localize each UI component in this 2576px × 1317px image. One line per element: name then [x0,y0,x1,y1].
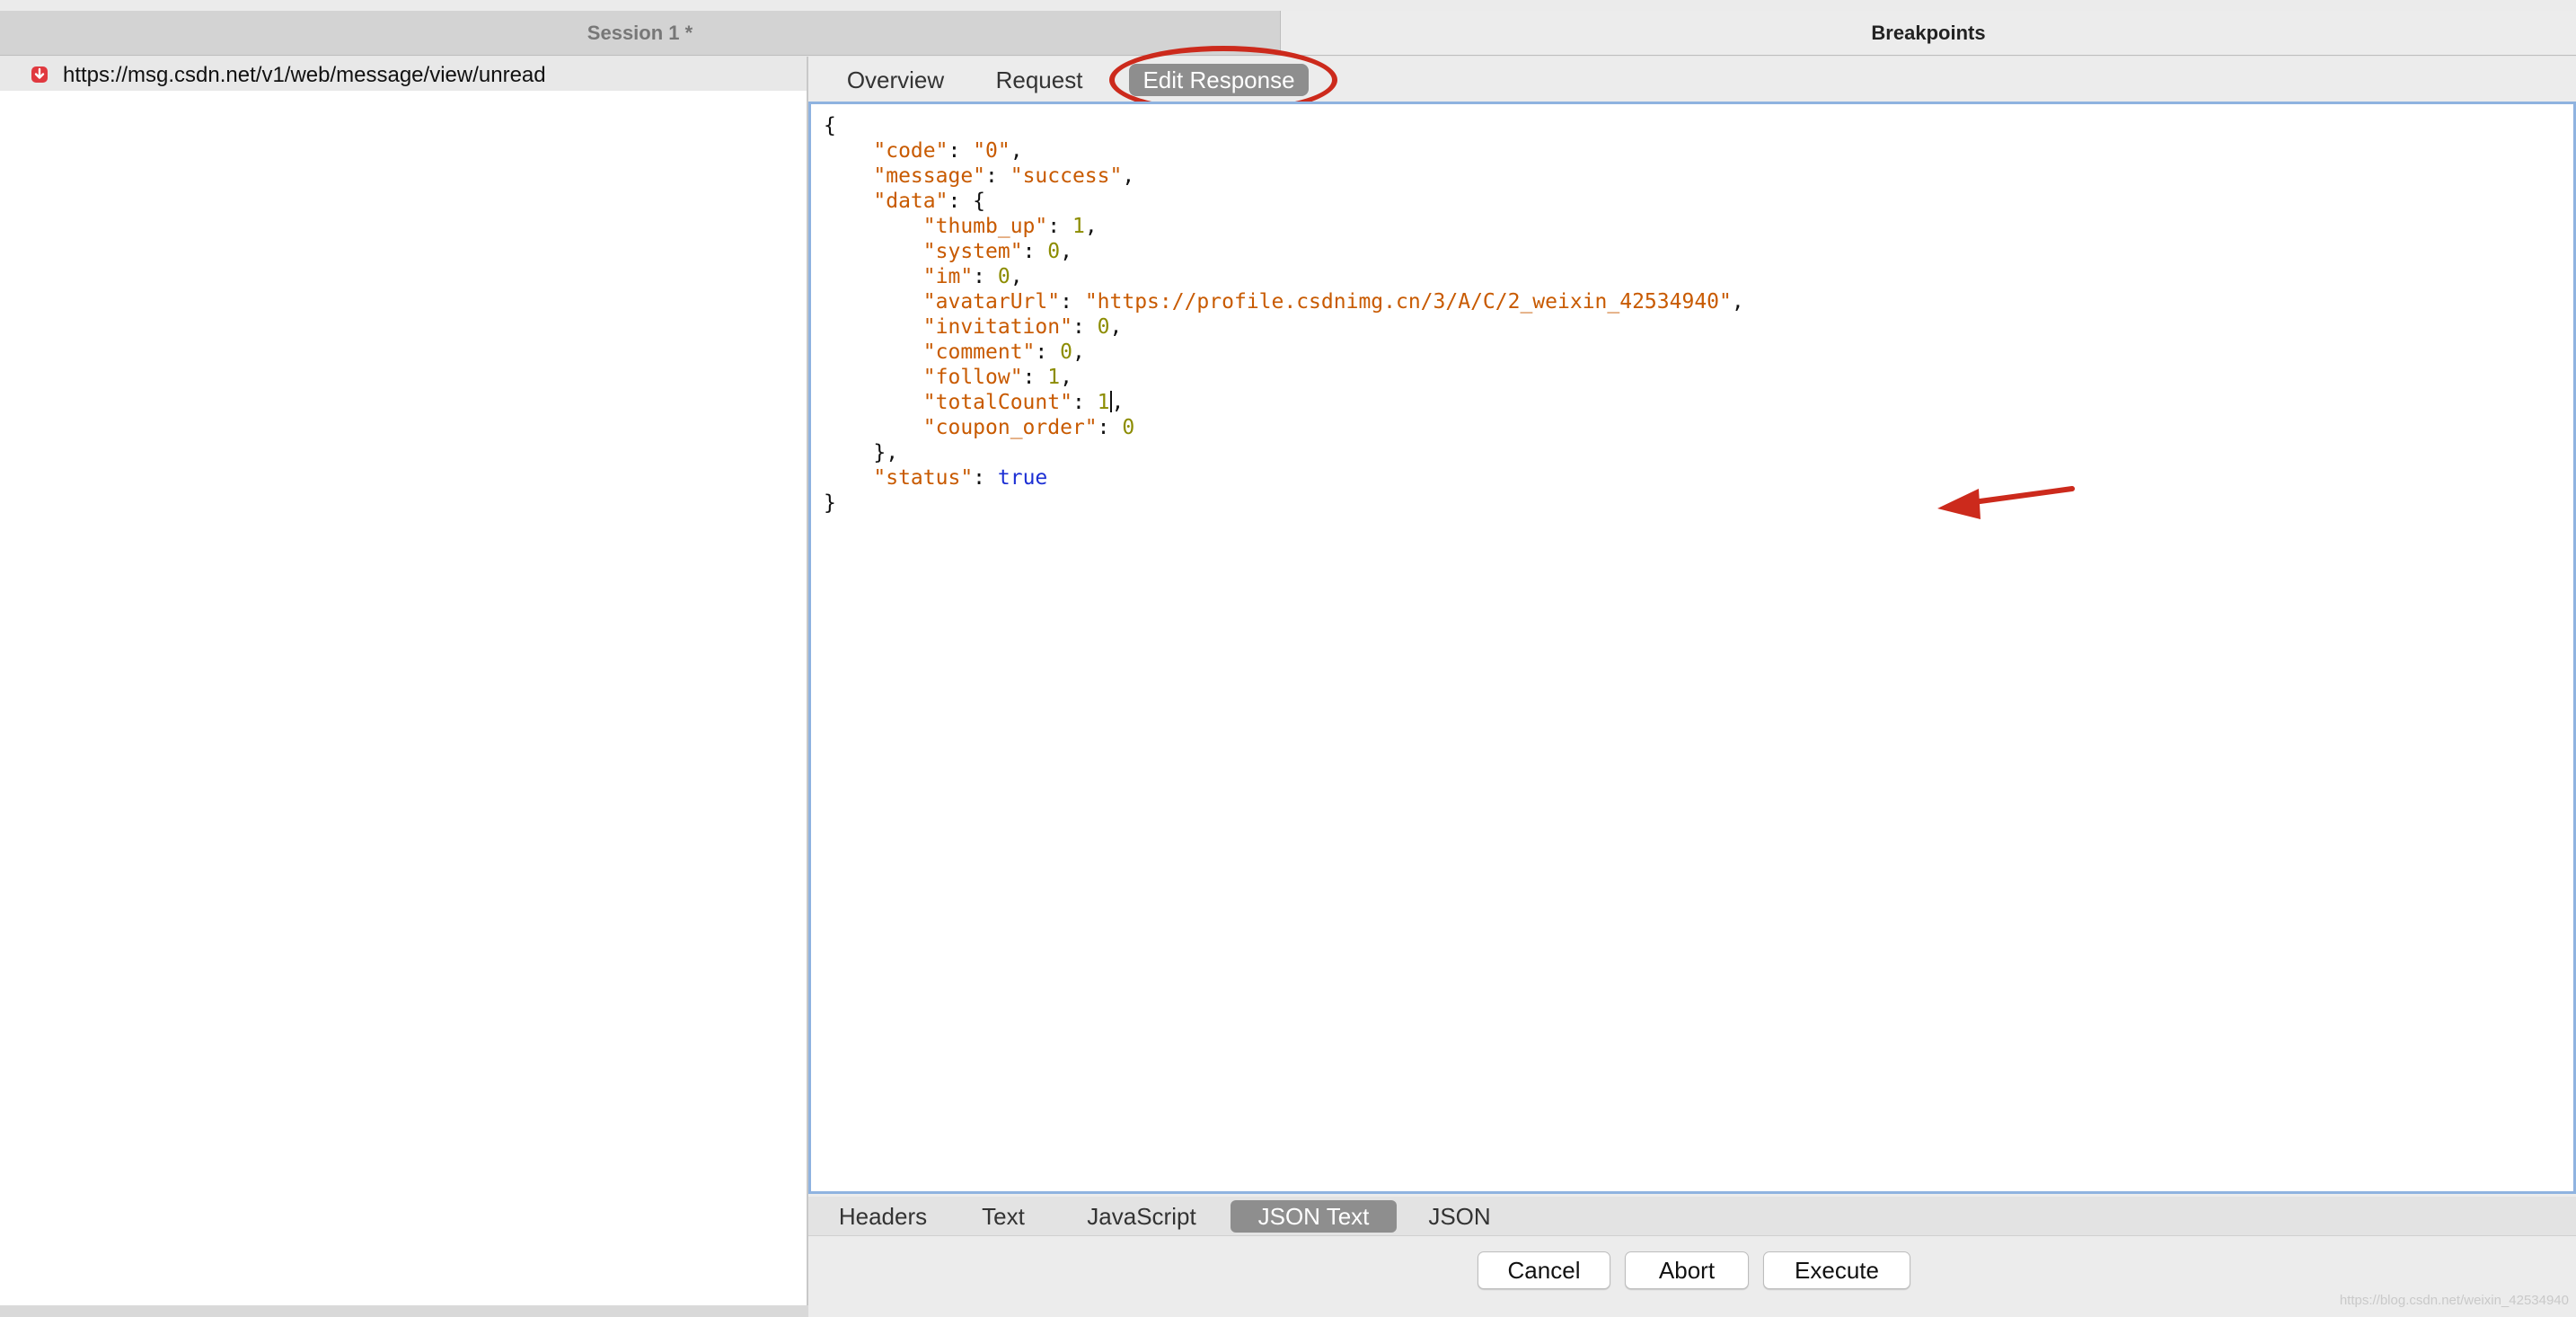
json-punctuation: { [824,114,836,137]
json-punctuation: , [1010,265,1023,288]
json-key: "message" [873,164,986,188]
json-punctuation: , [1010,139,1023,163]
tab-request[interactable]: Request [985,64,1093,96]
json-punctuation: , [1731,290,1744,314]
tab-overview[interactable]: Overview [837,64,954,96]
breakpoint-icon [31,66,48,83]
json-string: "success" [1010,164,1123,188]
request-row[interactable]: https://msg.csdn.net/v1/web/message/view… [0,57,807,91]
request-list-panel: https://msg.csdn.net/v1/web/message/view… [0,57,808,1305]
json-number: 0 [1047,240,1061,263]
response-tabs: Overview Request Edit Response [808,57,2576,102]
json-key: "comment" [922,340,1036,364]
json-punctuation: : [1072,315,1098,339]
json-punctuation: , [1122,164,1135,188]
json-number: 0 [1122,416,1135,439]
watermark-text: https://blog.csdn.net/weixin_42534940 [2339,1293,2569,1308]
json-key: "data" [873,190,948,213]
json-key: "invitation" [922,315,1072,339]
json-key: "coupon_order" [922,416,1098,439]
json-key: "avatarUrl" [922,290,1061,314]
code-line[interactable]: "im": 0, [824,264,1744,289]
json-punctuation: : [985,164,1010,188]
left-bottom-strip [0,1305,808,1317]
json-punctuation: , [1072,340,1085,364]
tab-json[interactable]: JSON [1419,1200,1500,1233]
json-punctuation: , [1060,240,1072,263]
json-number: 1 [1097,391,1110,414]
code-line[interactable]: "status": true [824,465,1744,491]
cancel-button[interactable]: Cancel [1478,1251,1610,1289]
json-punctuation: , [1111,391,1125,414]
action-bar: Cancel Abort Execute https://blog.csdn.n… [808,1236,2576,1317]
json-number: 0 [997,265,1010,288]
tab-json-text[interactable]: JSON Text [1231,1200,1397,1233]
json-editor[interactable]: { "code": "0", "message": "success", "da… [808,102,2576,1194]
json-punctuation: : [1047,215,1072,238]
code-line[interactable]: "invitation": 0, [824,314,1744,340]
json-code[interactable]: { "code": "0", "message": "success", "da… [824,113,1744,516]
tab-text[interactable]: Text [972,1200,1035,1233]
json-punctuation: , [1084,215,1098,238]
tab-headers[interactable]: Headers [834,1200,932,1233]
json-string: "0" [973,139,1010,163]
abort-button[interactable]: Abort [1625,1251,1749,1289]
code-line[interactable]: "avatarUrl": "https://profile.csdnimg.cn… [824,289,1744,314]
json-key: "im" [922,265,974,288]
json-string: "https://profile.csdnimg.cn/3/A/C/2_weix… [1084,290,1732,314]
annotation-arrow [1937,486,2075,519]
code-line[interactable]: }, [824,440,1744,465]
code-line[interactable]: } [824,491,1744,516]
code-line[interactable]: "follow": 1, [824,365,1744,390]
code-line[interactable]: "coupon_order": 0 [824,415,1744,440]
view-tabs: Headers Text JavaScript JSON Text JSON [808,1197,2576,1236]
code-line[interactable]: { [824,113,1744,138]
json-key: "status" [873,466,974,490]
json-punctuation: : [1022,240,1048,263]
json-punctuation: : [1060,290,1085,314]
code-line[interactable]: "code": "0", [824,138,1744,164]
json-key: "system" [922,240,1023,263]
json-key: "follow" [922,366,1023,389]
json-number: 0 [1060,340,1072,364]
json-punctuation: : [973,466,998,490]
json-key: "code" [873,139,948,163]
json-key: "thumb_up" [922,215,1048,238]
code-line[interactable]: "message": "success", [824,164,1744,189]
execute-button[interactable]: Execute [1763,1251,1910,1289]
json-punctuation: : { [948,190,986,213]
json-punctuation: : [1097,416,1123,439]
code-line[interactable]: "thumb_up": 1, [824,214,1744,239]
json-punctuation: : [1035,340,1061,364]
json-punctuation: : [973,265,998,288]
tab-javascript[interactable]: JavaScript [1074,1200,1209,1233]
tab-breakpoints[interactable]: Breakpoints [1281,11,2576,56]
json-punctuation: , [1109,315,1123,339]
json-punctuation: , [1060,366,1072,389]
json-boolean: true [997,466,1048,490]
request-url: https://msg.csdn.net/v1/web/message/view… [63,63,546,87]
json-number: 1 [1072,215,1085,238]
tab-edit-response[interactable]: Edit Response [1129,64,1309,96]
tab-session[interactable]: Session 1 * [0,11,1281,56]
code-line[interactable]: "comment": 0, [824,340,1744,365]
json-number: 1 [1047,366,1061,389]
json-punctuation: : [948,139,974,163]
code-line[interactable]: "data": { [824,189,1744,214]
json-punctuation: : [1072,391,1098,414]
code-line[interactable]: "system": 0, [824,239,1744,264]
json-key: "totalCount" [922,391,1072,414]
json-punctuation: } [824,491,836,515]
json-punctuation: : [1022,366,1048,389]
json-number: 0 [1097,315,1110,339]
code-line[interactable]: "totalCount": 1, [824,390,1744,415]
json-punctuation: }, [873,441,899,464]
